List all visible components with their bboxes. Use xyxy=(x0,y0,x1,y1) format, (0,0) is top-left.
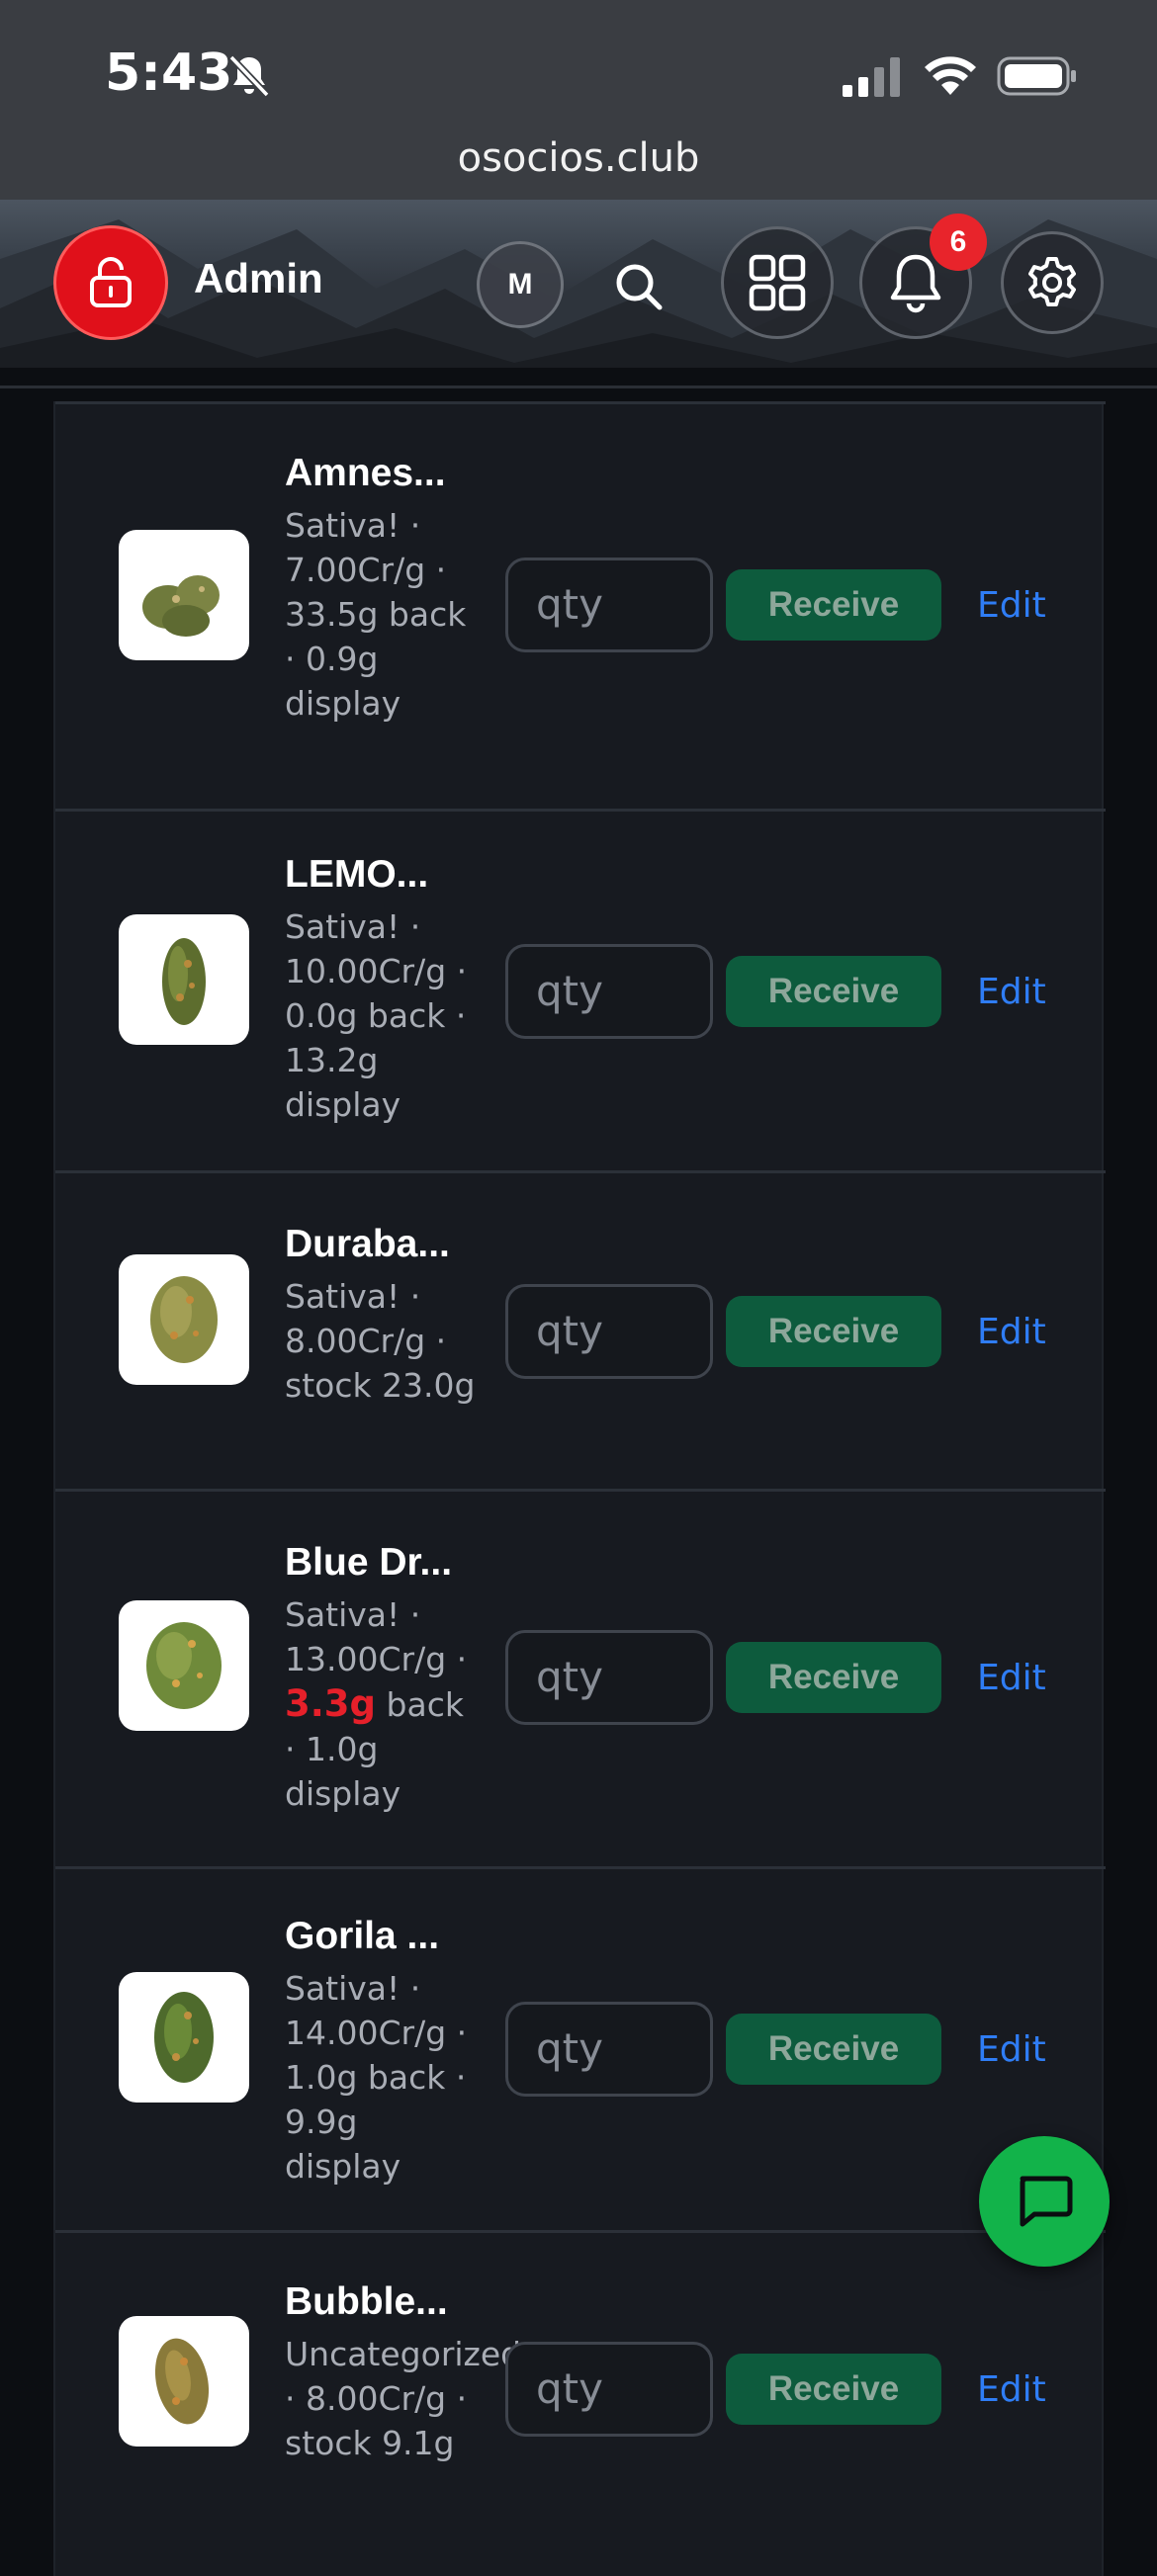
search-icon xyxy=(616,264,663,310)
divider xyxy=(0,386,1157,388)
receive-button[interactable]: Receive xyxy=(726,2014,941,2085)
product-name: Amnes... xyxy=(285,452,446,494)
receive-button[interactable]: Receive xyxy=(726,2354,941,2425)
list-item: Amnes... Sativa! · 7.00Cr/g · 33.5g back… xyxy=(55,401,1106,809)
unlock-icon xyxy=(90,257,132,307)
edit-link[interactable]: Edit xyxy=(977,1658,1046,1698)
avatar[interactable]: M xyxy=(477,241,564,328)
list-item: Duraba... Sativa! · 8.00Cr/g · stock 23.… xyxy=(55,1170,1106,1489)
chat-icon xyxy=(1020,2176,1073,2227)
user-role-label: Admin xyxy=(194,255,323,301)
apps-grid-icon xyxy=(749,254,806,311)
signal-icon xyxy=(843,57,900,97)
edit-link[interactable]: Edit xyxy=(977,2029,1046,2070)
inventory-list: Amnes... Sativa! · 7.00Cr/g · 33.5g back… xyxy=(53,401,1106,2576)
status-bar: 5:43 xyxy=(0,0,1157,129)
product-details: Uncategorized · 8.00Cr/g · stock 9.1g xyxy=(285,2335,522,2462)
bell-slash-icon xyxy=(228,54,270,98)
qty-input[interactable]: qty xyxy=(505,944,713,1039)
qty-input[interactable]: qty xyxy=(505,558,713,652)
receive-button[interactable]: Receive xyxy=(726,1296,941,1367)
receive-button[interactable]: Receive xyxy=(726,569,941,641)
product-name: Gorila ... xyxy=(285,1915,440,1957)
list-item: Bubble... Uncategorized · 8.00Cr/g · sto… xyxy=(55,2230,1106,2527)
search-button[interactable] xyxy=(605,253,672,320)
edit-link[interactable]: Edit xyxy=(977,2369,1046,2410)
receive-button[interactable]: Receive xyxy=(726,1642,941,1713)
battery-icon xyxy=(997,56,1076,96)
unlock-button[interactable] xyxy=(53,225,168,340)
edit-link[interactable]: Edit xyxy=(977,1312,1046,1352)
product-thumbnail xyxy=(119,530,249,660)
product-details: Sativa! · 8.00Cr/g · stock 23.0g xyxy=(285,1277,476,1405)
product-name: Bubble... xyxy=(285,2280,448,2323)
chat-button[interactable] xyxy=(979,2136,1110,2267)
qty-input[interactable]: qty xyxy=(505,2002,713,2097)
product-thumbnail xyxy=(119,914,249,1045)
bell-icon xyxy=(890,254,941,313)
edit-link[interactable]: Edit xyxy=(977,585,1046,626)
edit-link[interactable]: Edit xyxy=(977,972,1046,1012)
list-item: LEMO... Sativa! · 10.00Cr/g · 0.0g back … xyxy=(55,809,1106,1170)
apps-button[interactable] xyxy=(721,226,834,339)
product-thumbnail xyxy=(119,2316,249,2447)
product-name: Duraba... xyxy=(285,1223,450,1265)
product-details-prefix: Sativa! · 13.00Cr/g · xyxy=(285,1595,468,1678)
product-details: Sativa! · 13.00Cr/g · 3.3g back · 1.0g d… xyxy=(285,1592,483,1816)
url-bar[interactable]: osocios.club xyxy=(0,129,1157,200)
product-thumbnail xyxy=(119,1600,249,1731)
header-background xyxy=(0,219,1157,368)
qty-input[interactable]: qty xyxy=(505,1284,713,1379)
list-item: Blue Dr... Sativa! · 13.00Cr/g · 3.3g ba… xyxy=(55,1489,1106,1866)
product-thumbnail xyxy=(119,1254,249,1385)
product-name: Blue Dr... xyxy=(285,1541,453,1584)
notification-count-badge: 6 xyxy=(930,214,987,271)
product-details: Sativa! · 14.00Cr/g · 1.0g back · 9.9g d… xyxy=(285,1969,468,2186)
settings-button[interactable] xyxy=(1001,231,1104,334)
app-header: Admin M xyxy=(0,200,1157,368)
product-name: LEMO... xyxy=(285,853,429,896)
low-stock-value: 3.3g xyxy=(285,1682,377,1725)
gear-icon xyxy=(1028,257,1076,306)
qty-input[interactable]: qty xyxy=(505,2342,713,2437)
receive-button[interactable]: Receive xyxy=(726,956,941,1027)
wifi-icon xyxy=(925,56,976,95)
product-details: Sativa! · 10.00Cr/g · 0.0g back · 13.2g … xyxy=(285,907,468,1124)
status-time: 5:43 xyxy=(105,43,233,103)
list-item: Gorila ... Sativa! · 14.00Cr/g · 1.0g ba… xyxy=(55,1866,1106,2230)
qty-input[interactable]: qty xyxy=(505,1630,713,1725)
product-details: Sativa! · 7.00Cr/g · 33.5g back · 0.9g d… xyxy=(285,506,467,723)
product-thumbnail xyxy=(119,1972,249,2103)
